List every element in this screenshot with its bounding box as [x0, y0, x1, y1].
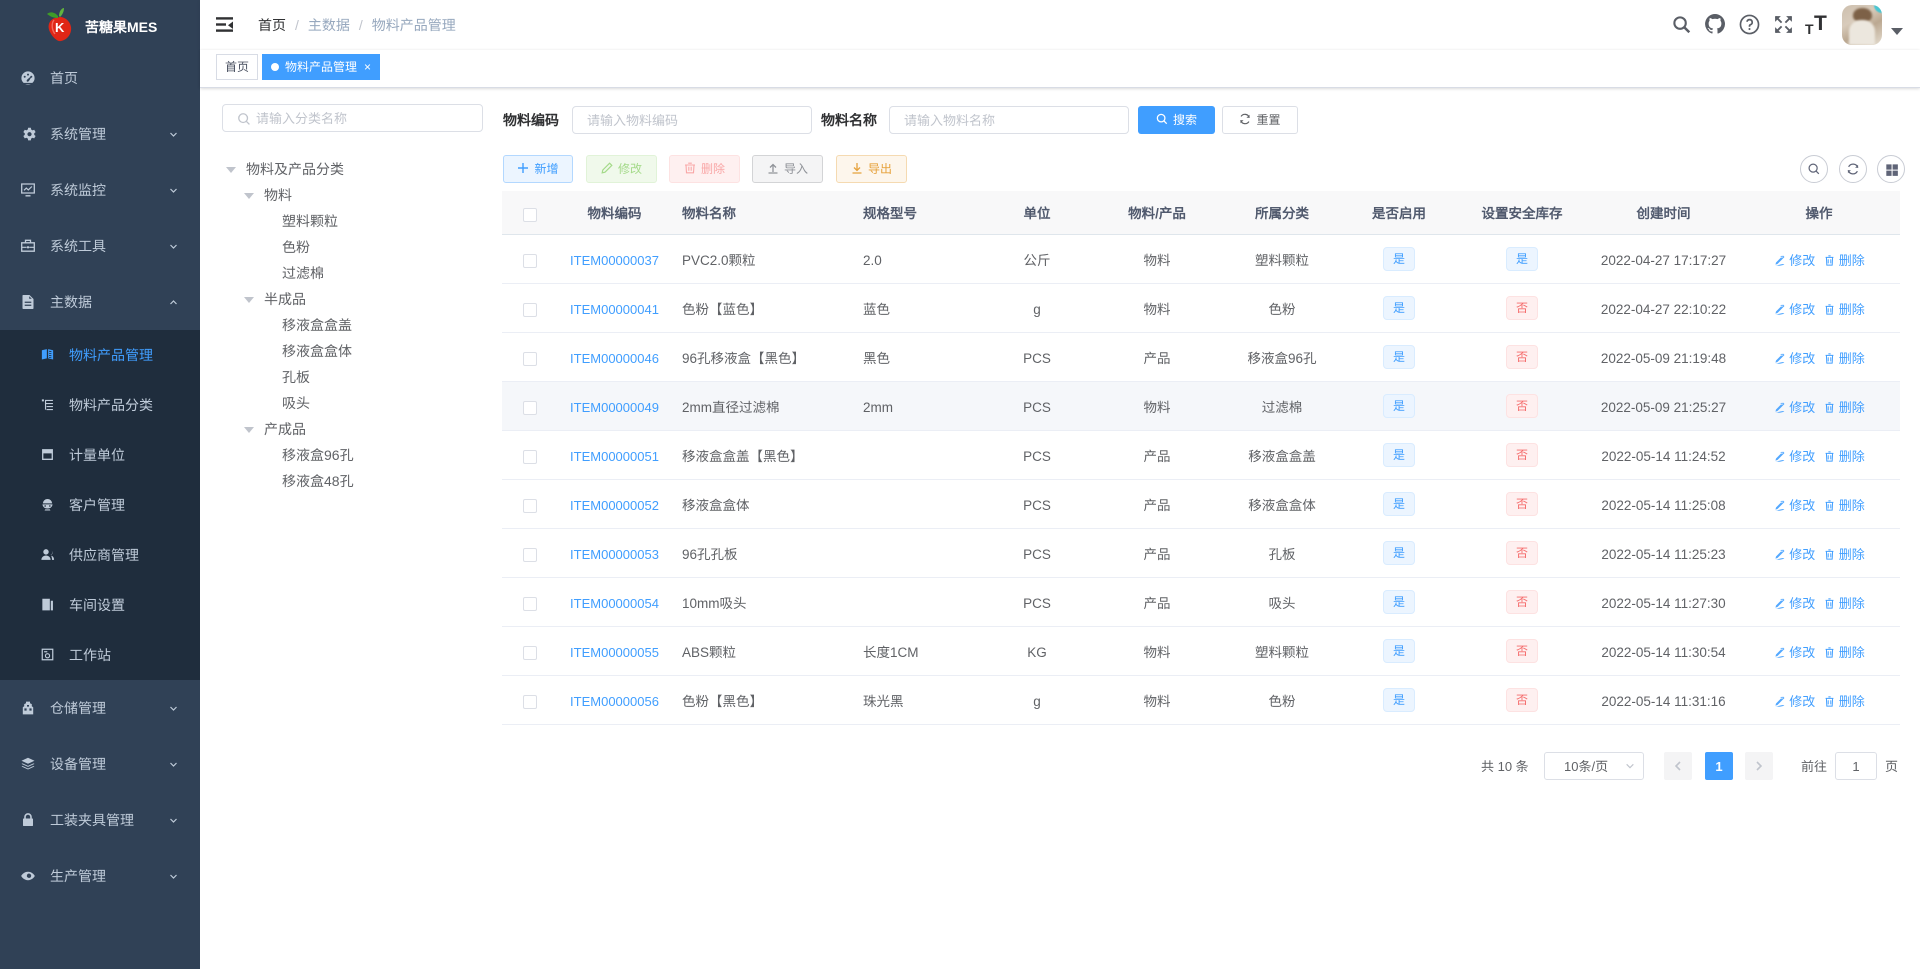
- svg-text:K: K: [55, 20, 65, 35]
